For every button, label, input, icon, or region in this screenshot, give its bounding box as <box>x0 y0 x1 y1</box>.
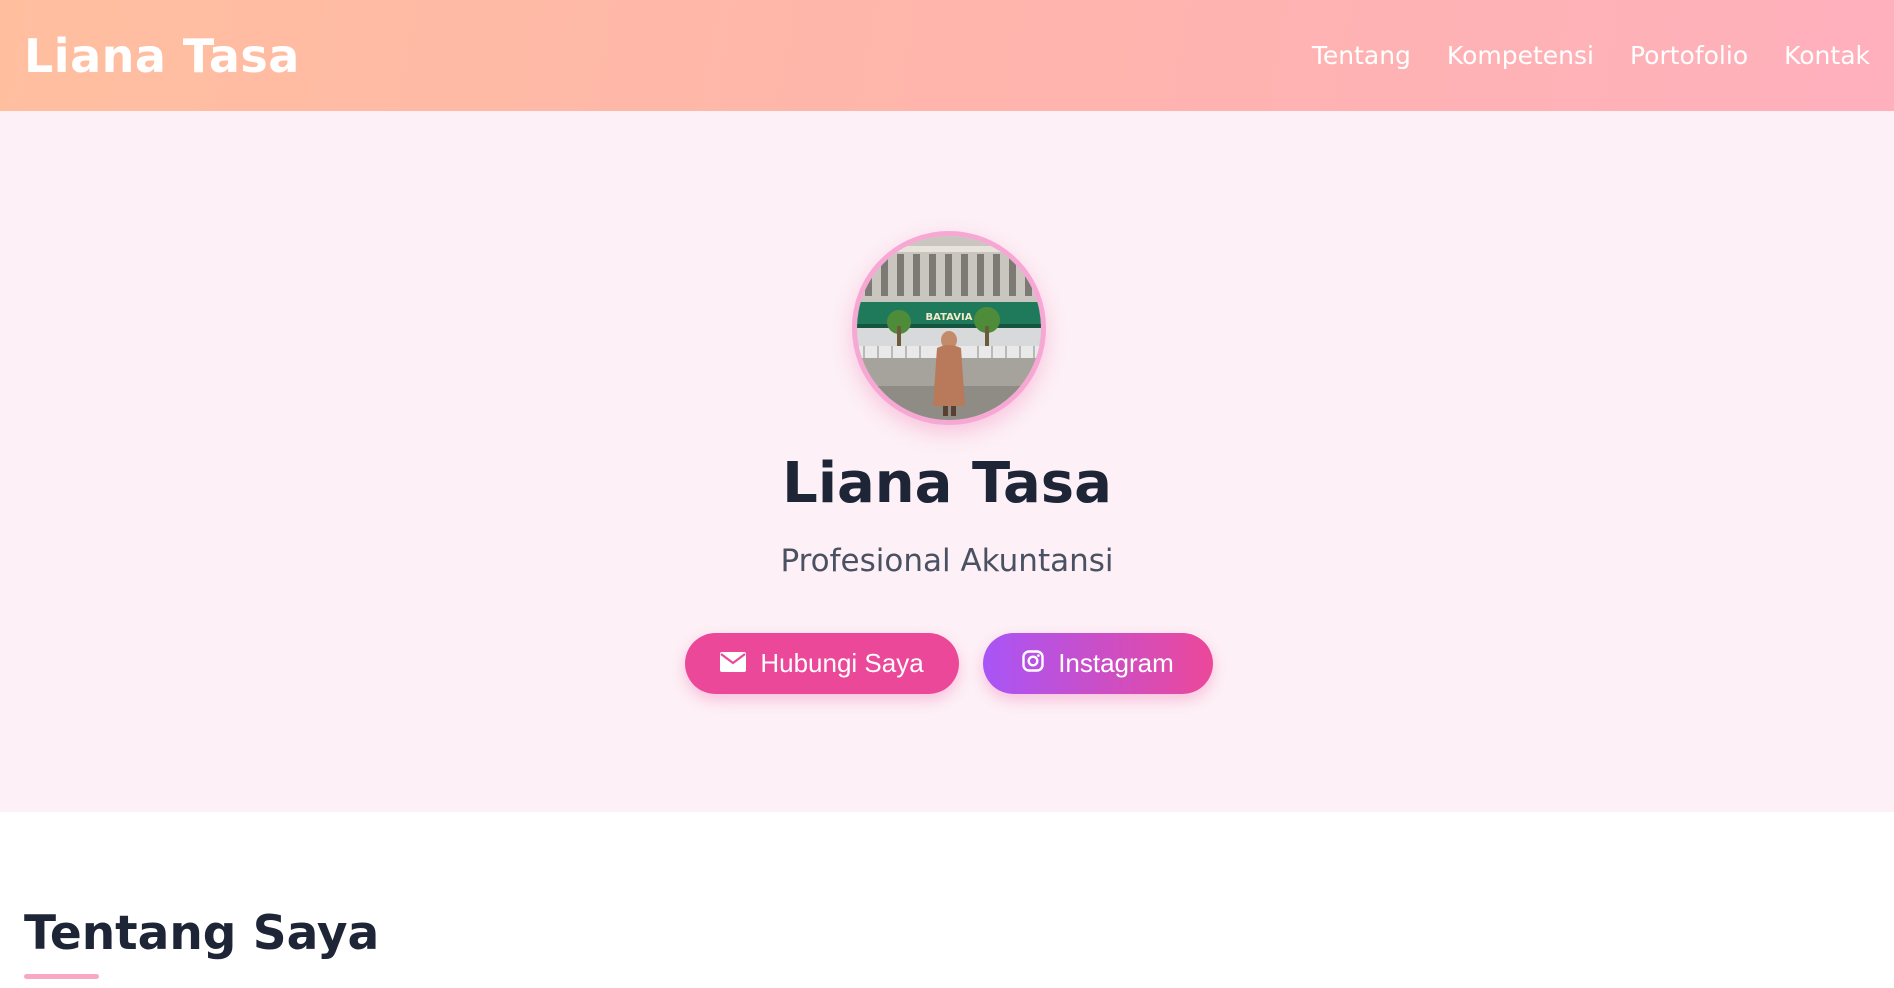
hero-section: BATAVIA Liana Tasa Profesional Akuntansi… <box>0 111 1894 812</box>
instagram-button[interactable]: Instagram <box>983 633 1213 694</box>
envelope-icon <box>720 648 747 679</box>
instagram-icon <box>1022 648 1044 679</box>
nav-link-portofolio[interactable]: Portofolio <box>1630 41 1748 70</box>
nav-link-kontak[interactable]: Kontak <box>1784 41 1870 70</box>
hero-name: Liana Tasa <box>782 451 1112 516</box>
navbar: Liana Tasa Tentang Kompetensi Portofolio… <box>0 0 1894 111</box>
brand-logo[interactable]: Liana Tasa <box>24 29 300 83</box>
nav-link-kompetensi[interactable]: Kompetensi <box>1447 41 1594 70</box>
contact-button[interactable]: Hubungi Saya <box>685 633 959 694</box>
svg-text:BATAVIA: BATAVIA <box>926 312 973 323</box>
profile-avatar: BATAVIA <box>852 231 1046 425</box>
contact-button-label: Hubungi Saya <box>760 648 924 678</box>
about-title-underline <box>24 974 99 979</box>
hero-role: Profesional Akuntansi <box>780 543 1114 579</box>
nav-links: Tentang Kompetensi Portofolio Kontak <box>1312 41 1870 70</box>
about-title: Tentang Saya <box>24 906 380 961</box>
avatar-photo: BATAVIA <box>857 236 1041 420</box>
instagram-button-label: Instagram <box>1058 648 1174 678</box>
about-section: Tentang Saya <box>0 812 1894 988</box>
nav-link-tentang[interactable]: Tentang <box>1312 41 1411 70</box>
